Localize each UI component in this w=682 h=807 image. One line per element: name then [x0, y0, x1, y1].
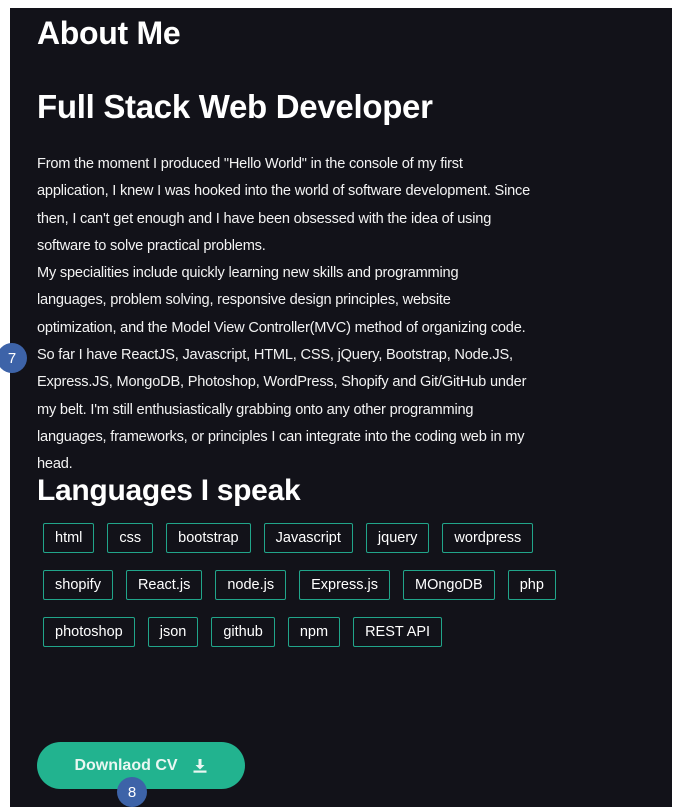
bio-line: application, I knew I was hooked into th… — [37, 183, 531, 200]
language-tag: Javascript — [263, 523, 353, 553]
language-tag: bootstrap — [166, 523, 251, 553]
language-tag: github — [211, 617, 275, 647]
language-tag: html — [43, 523, 95, 553]
bio-line: languages, problem solving, responsive d… — [37, 292, 451, 309]
download-cv-label: Downlaod CV — [74, 756, 178, 774]
language-tag: css — [107, 523, 154, 553]
language-tag: npm — [287, 617, 341, 647]
bio-text: From the moment I produced "Hello World"… — [37, 151, 597, 479]
download-icon — [192, 758, 208, 774]
bio-line: languages, frameworks, or principles I c… — [37, 428, 525, 445]
language-tag: jquery — [365, 523, 430, 553]
language-tags: html css bootstrap Javascript jquery wor… — [43, 523, 603, 647]
language-tag: php — [507, 570, 556, 600]
about-section: About Me Full Stack Web Developer From t… — [10, 8, 672, 807]
language-tag: json — [147, 617, 199, 647]
bio-line: So far I have ReactJS, Javascript, HTML,… — [37, 347, 513, 364]
language-tag: REST API — [353, 617, 443, 647]
language-tag: React.js — [125, 570, 203, 600]
language-tag: photoshop — [43, 617, 135, 647]
bio-line: From the moment I produced "Hello World"… — [37, 156, 463, 172]
language-tag: wordpress — [442, 523, 534, 553]
step-marker: 8 — [117, 777, 147, 807]
bio-line: then, I can't get enough and I have been… — [37, 210, 492, 227]
bio-line: My specialities include quickly learning… — [37, 265, 459, 282]
language-tag: MOngoDB — [403, 570, 495, 600]
language-tag: Express.js — [299, 570, 390, 600]
role-title: Full Stack Web Developer — [37, 88, 433, 125]
bio-line: my belt. I'm still enthusiastically grab… — [37, 401, 474, 418]
bio-line: optimization, and the Model View Control… — [37, 319, 526, 336]
section-title: About Me — [37, 15, 181, 51]
bio-line: Express.JS, MongoDB, Photoshop, WordPres… — [37, 374, 527, 391]
bio-line: software to solve practical problems. — [37, 237, 266, 254]
languages-title: Languages I speak — [37, 474, 301, 507]
language-tag: node.js — [215, 570, 287, 600]
language-tag: shopify — [43, 570, 113, 600]
